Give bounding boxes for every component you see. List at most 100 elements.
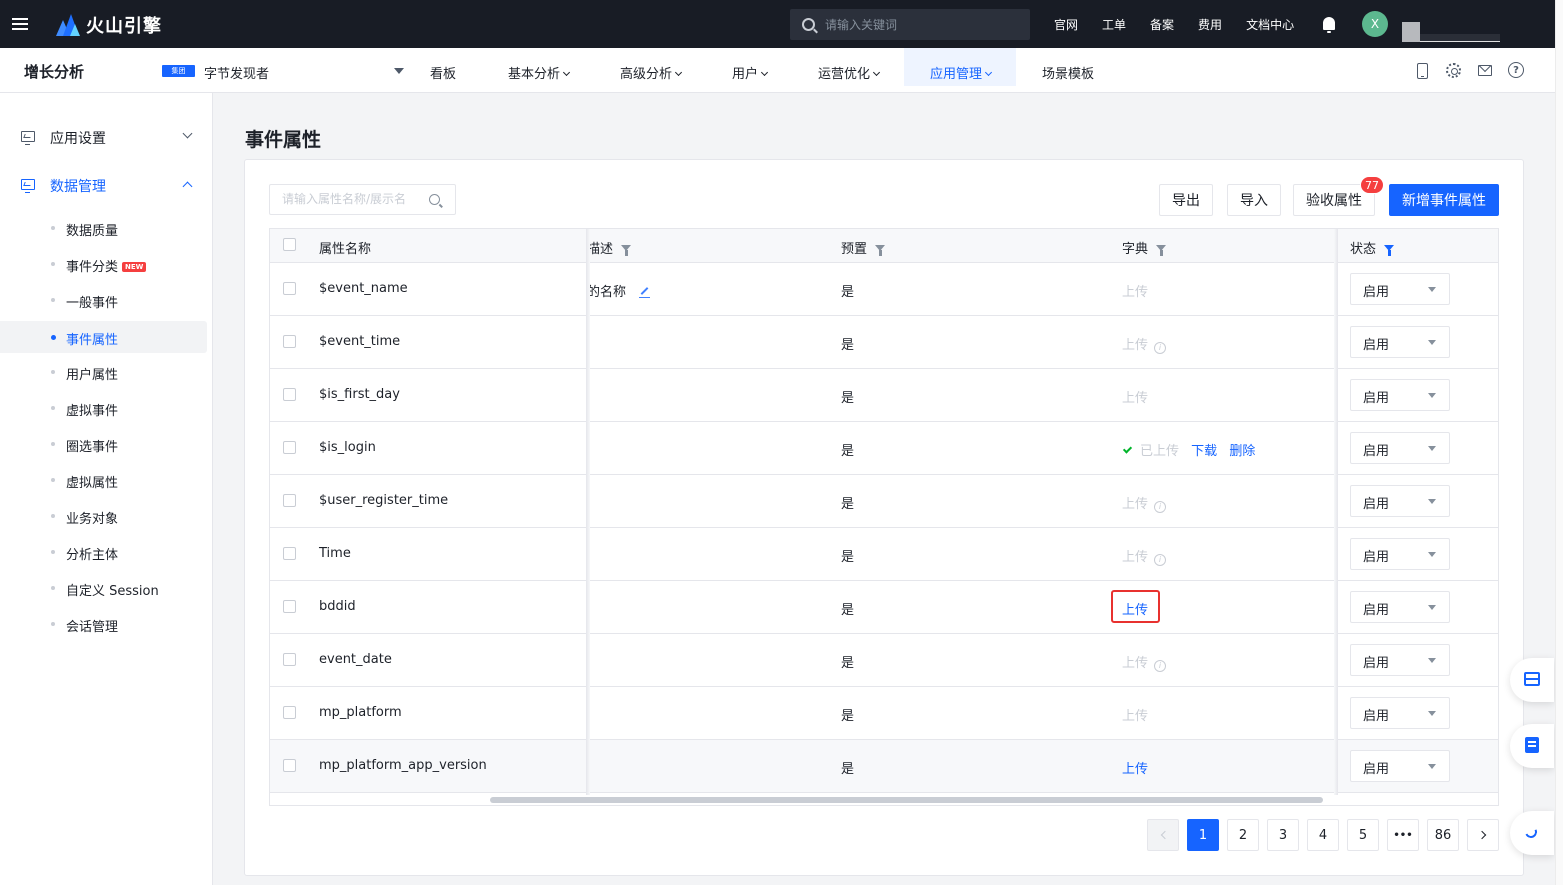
info-icon[interactable]: i (1154, 554, 1167, 566)
nav-dashboard[interactable]: 看板 (430, 48, 456, 86)
sidebar-group-app-settings[interactable]: 应用设置 (0, 117, 213, 157)
mobile-icon[interactable] (1417, 63, 1428, 79)
link-docs[interactable]: 文档中心 (1246, 16, 1294, 33)
status-select[interactable]: 启用 (1350, 432, 1450, 464)
edit-pencil-icon[interactable] (640, 287, 649, 295)
link-official-site[interactable]: 官网 (1054, 16, 1078, 33)
caret-down-icon[interactable] (394, 68, 404, 74)
filter-icon[interactable] (1156, 244, 1167, 256)
status-select[interactable]: 启用 (1350, 326, 1450, 358)
row-checkbox[interactable] (283, 441, 296, 454)
sidebar-item-session-management[interactable]: 会话管理 (0, 608, 207, 640)
link-tickets[interactable]: 工单 (1102, 16, 1126, 33)
nav-scene-templates[interactable]: 场景模板 (1042, 48, 1094, 86)
add-event-property-button[interactable]: 新增事件属性 (1389, 184, 1499, 216)
link-filing[interactable]: 备案 (1150, 16, 1174, 33)
gear-icon[interactable] (1446, 63, 1461, 78)
page-button-5[interactable]: 5 (1347, 819, 1379, 851)
page-button-2[interactable]: 2 (1227, 819, 1259, 851)
status-select[interactable]: 启用 (1350, 591, 1450, 623)
mail-icon[interactable] (1478, 65, 1492, 76)
filter-active-icon[interactable] (1384, 244, 1395, 256)
row-checkbox[interactable] (283, 494, 296, 507)
status-select[interactable]: 启用 (1350, 379, 1450, 411)
download-link[interactable]: 下载 (1191, 444, 1217, 459)
sidebar-item-custom-session[interactable]: 自定义 Session (0, 572, 207, 604)
table-row[interactable]: event_date 是 上传 i 启用 (270, 634, 1498, 687)
avatar[interactable]: X (1362, 11, 1388, 37)
table-row[interactable]: mp_platform_app_version 是 上传 启用 (270, 740, 1498, 793)
float-loading-button[interactable] (1510, 811, 1554, 855)
nav-app-management[interactable]: 应用管理 (904, 48, 1016, 86)
row-checkbox[interactable] (283, 388, 296, 401)
info-icon[interactable]: i (1154, 501, 1167, 513)
sidebar-group-data-management[interactable]: 数据管理 (0, 165, 213, 205)
sidebar-item-event-categories[interactable]: 事件分类 NEW (0, 248, 207, 280)
sidebar-item-virtual-events[interactable]: 虚拟事件 (0, 392, 207, 424)
table-row[interactable]: $is_login 是 已上传 下载 删除 启用 (270, 422, 1498, 475)
page-button-3[interactable]: 3 (1267, 819, 1299, 851)
upload-link[interactable]: 上传 (1122, 758, 1148, 777)
bell-icon[interactable] (1323, 17, 1335, 33)
info-icon[interactable]: i (1154, 660, 1167, 672)
float-doc-button[interactable] (1510, 724, 1554, 768)
row-checkbox[interactable] (283, 282, 296, 295)
filter-icon[interactable] (621, 244, 632, 256)
help-icon[interactable]: ? (1508, 62, 1524, 78)
sidebar-item-general-events[interactable]: 一般事件 (0, 284, 207, 316)
nav-basic-analysis[interactable]: 基本分析 (508, 48, 571, 86)
global-search[interactable] (790, 9, 1030, 40)
nav-ops-optimization[interactable]: 运营优化 (818, 48, 881, 86)
delete-link[interactable]: 删除 (1229, 444, 1255, 459)
table-row[interactable]: $event_name 的名称 是 上传 启用 (270, 263, 1498, 316)
row-checkbox[interactable] (283, 335, 296, 348)
table-row[interactable]: $user_register_time 是 上传 i 启用 (270, 475, 1498, 528)
table-row[interactable]: mp_platform 是 上传 启用 (270, 687, 1498, 740)
page-button-4[interactable]: 4 (1307, 819, 1339, 851)
sidebar-item-user-properties[interactable]: 用户属性 (0, 356, 207, 388)
row-checkbox[interactable] (283, 547, 296, 560)
export-button[interactable]: 导出 (1159, 184, 1213, 216)
status-select[interactable]: 启用 (1350, 538, 1450, 570)
prev-page-button[interactable] (1147, 819, 1179, 851)
search-icon[interactable] (429, 194, 440, 205)
row-checkbox[interactable] (283, 759, 296, 772)
table-row[interactable]: $is_first_day 是 上传 启用 (270, 369, 1498, 422)
select-all-checkbox[interactable] (283, 238, 296, 251)
brand-logo[interactable]: 火山引擎 (56, 12, 162, 38)
next-page-button[interactable] (1467, 819, 1499, 851)
import-button[interactable]: 导入 (1227, 184, 1281, 216)
row-checkbox[interactable] (283, 706, 296, 719)
page-ellipsis[interactable]: ••• (1387, 819, 1419, 851)
hamburger-menu-icon[interactable] (0, 0, 40, 48)
page-button-last[interactable]: 86 (1427, 819, 1459, 851)
status-select[interactable]: 启用 (1350, 485, 1450, 517)
nav-advanced-analysis[interactable]: 高级分析 (620, 48, 683, 86)
horizontal-scrollbar[interactable] (490, 797, 1323, 803)
status-select[interactable]: 启用 (1350, 750, 1450, 782)
sidebar-item-virtual-properties[interactable]: 虚拟属性 (0, 464, 207, 496)
float-toolbox-button[interactable] (1510, 658, 1554, 702)
status-select[interactable]: 启用 (1350, 273, 1450, 305)
sidebar-item-analysis-subjects[interactable]: 分析主体 (0, 536, 207, 568)
page-scrollbar[interactable] (1555, 0, 1563, 885)
status-select[interactable]: 启用 (1350, 697, 1450, 729)
property-search-input[interactable] (282, 192, 427, 206)
nav-users[interactable]: 用户 (732, 48, 769, 86)
property-search[interactable] (269, 184, 456, 215)
filter-icon[interactable] (875, 244, 886, 256)
row-checkbox[interactable] (283, 600, 296, 613)
sidebar-item-event-properties[interactable]: 事件属性 (0, 321, 207, 353)
info-icon[interactable]: i (1154, 342, 1167, 354)
app-selector[interactable]: 字节发现者 (204, 63, 269, 82)
link-billing[interactable]: 费用 (1198, 16, 1222, 33)
page-button-1[interactable]: 1 (1187, 819, 1219, 851)
row-checkbox[interactable] (283, 653, 296, 666)
global-search-input[interactable] (825, 17, 1005, 32)
status-select[interactable]: 启用 (1350, 644, 1450, 676)
table-row[interactable]: bddid 是 上传 启用 (270, 581, 1498, 634)
sidebar-item-circled-events[interactable]: 圈选事件 (0, 428, 207, 460)
table-row[interactable]: $event_time 是 上传 i 启用 (270, 316, 1498, 369)
sidebar-item-data-quality[interactable]: 数据质量 (0, 212, 207, 244)
sidebar-item-business-objects[interactable]: 业务对象 (0, 500, 207, 532)
